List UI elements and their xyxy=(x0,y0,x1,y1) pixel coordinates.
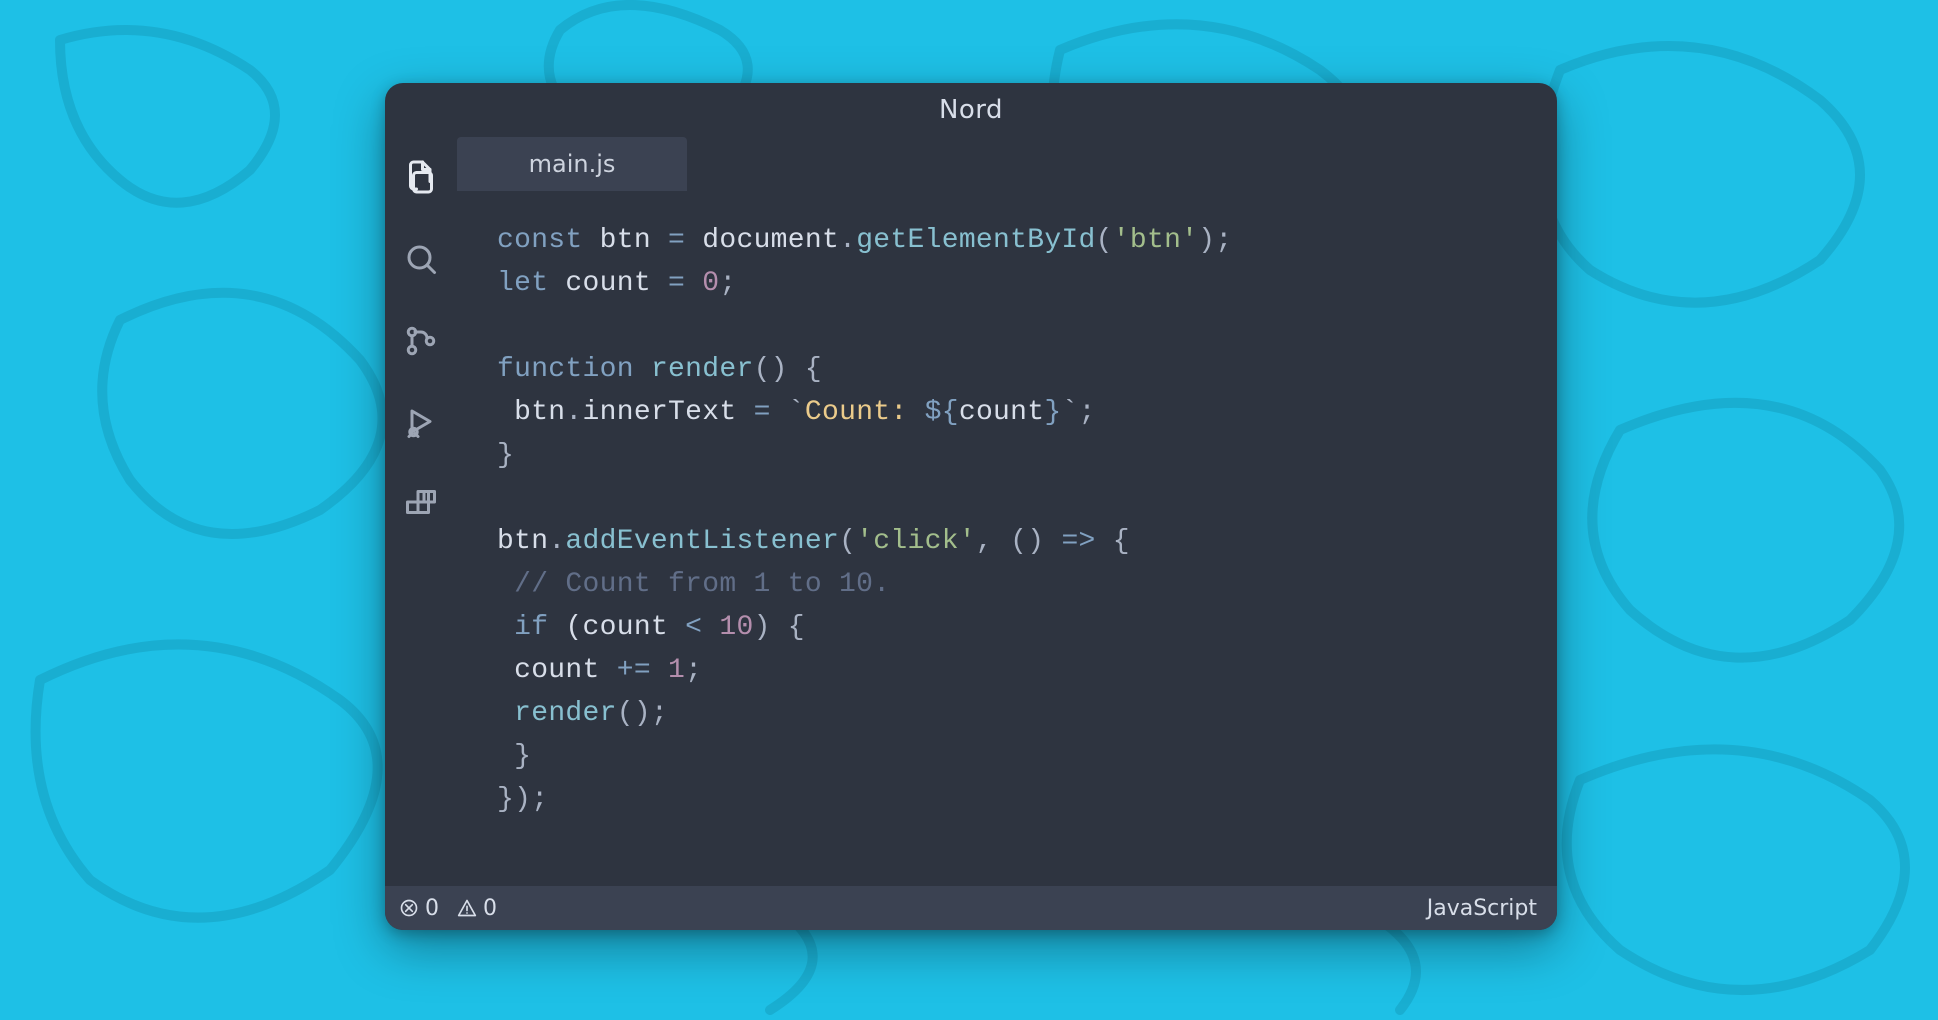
code-line: }); xyxy=(497,778,1527,821)
main-column: main.js const btn = document.getElementB… xyxy=(457,137,1557,886)
tab-bar: main.js xyxy=(457,137,1557,191)
status-errors[interactable]: 0 xyxy=(399,896,439,921)
error-count: 0 xyxy=(425,896,439,921)
warning-icon xyxy=(457,898,477,918)
code-line: function render() { xyxy=(497,348,1527,391)
code-editor[interactable]: const btn = document.getElementById('btn… xyxy=(457,191,1557,886)
activity-bar xyxy=(385,137,457,886)
editor-window: Nord main.js xyxy=(385,83,1557,930)
window-title: Nord xyxy=(939,95,1003,125)
code-line: count += 1; xyxy=(497,649,1527,692)
warning-count: 0 xyxy=(483,896,497,921)
code-line: let count = 0; xyxy=(497,262,1527,305)
code-line: if (count < 10) { xyxy=(497,606,1527,649)
status-warnings[interactable]: 0 xyxy=(457,896,497,921)
code-line: } xyxy=(497,735,1527,778)
search-icon[interactable] xyxy=(401,239,441,279)
code-line: btn.addEventListener('click', () => { xyxy=(497,520,1527,563)
explorer-icon[interactable] xyxy=(401,157,441,197)
extensions-icon[interactable] xyxy=(401,485,441,525)
status-bar: 0 0 JavaScript xyxy=(385,886,1557,930)
error-icon xyxy=(399,898,419,918)
code-line: // Count from 1 to 10. xyxy=(497,563,1527,606)
run-debug-icon[interactable] xyxy=(401,403,441,443)
titlebar: Nord xyxy=(385,83,1557,137)
editor-body: main.js const btn = document.getElementB… xyxy=(385,137,1557,886)
code-line: const btn = document.getElementById('btn… xyxy=(497,219,1527,262)
language-label: JavaScript xyxy=(1427,896,1537,921)
tab-main-js[interactable]: main.js xyxy=(457,137,687,191)
code-line: btn.innerText = `Count: ${count}`; xyxy=(497,391,1527,434)
code-line: } xyxy=(497,434,1527,477)
code-line xyxy=(497,477,1527,520)
tab-label: main.js xyxy=(529,150,616,178)
code-line xyxy=(497,305,1527,348)
code-line: render(); xyxy=(497,692,1527,735)
source-control-icon[interactable] xyxy=(401,321,441,361)
status-language[interactable]: JavaScript xyxy=(1427,896,1537,921)
